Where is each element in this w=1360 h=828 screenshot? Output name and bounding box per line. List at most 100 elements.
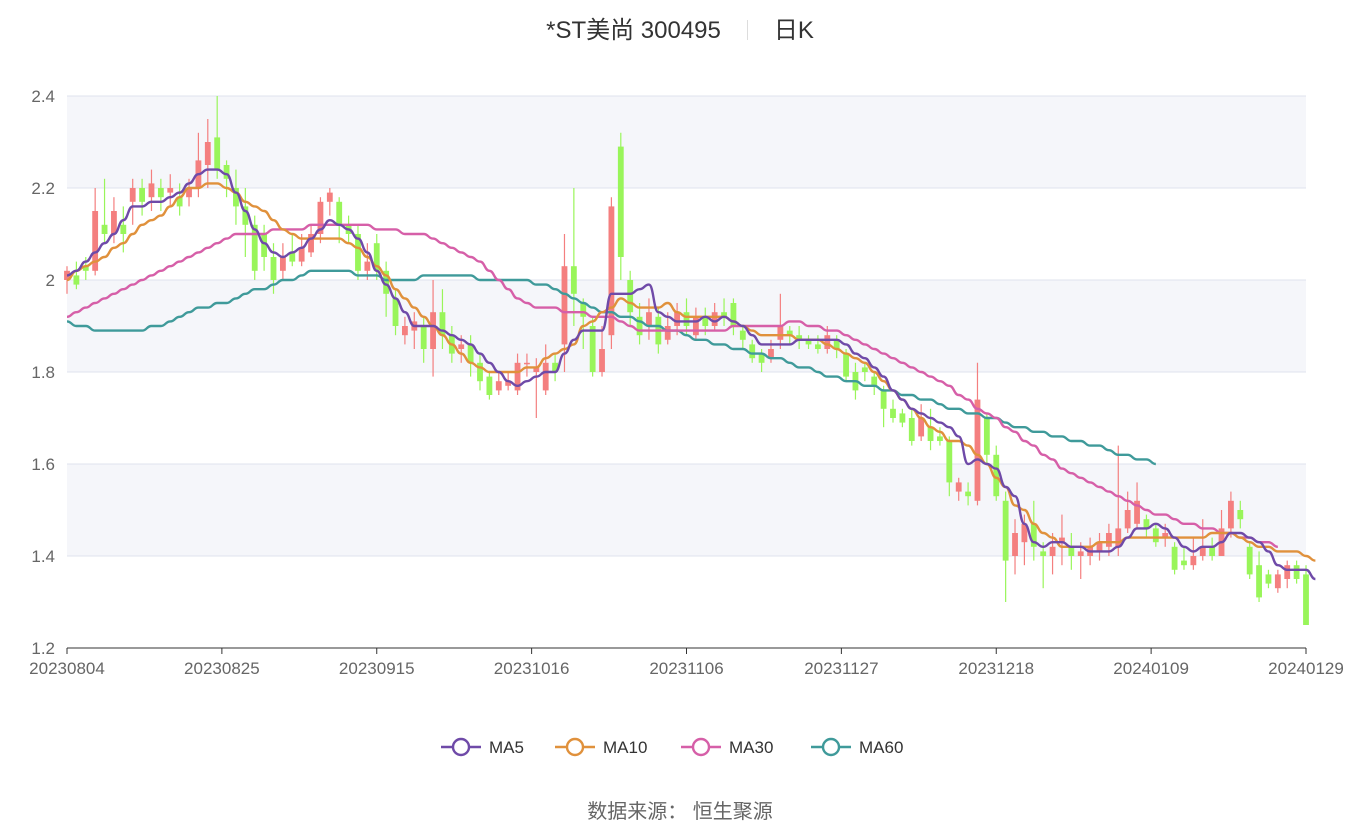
candle-body (580, 303, 587, 317)
candle-body (599, 349, 605, 372)
y-tick-label: 1.4 (31, 547, 55, 566)
candle-body (326, 192, 333, 202)
candle-body (589, 326, 596, 372)
legend-swatch-marker (451, 737, 471, 757)
candle-body (1115, 528, 1122, 547)
candle-body (477, 362, 483, 382)
legend-label: MA10 (603, 738, 647, 757)
candle-body (279, 257, 286, 271)
candle-body (1171, 546, 1178, 570)
candle-body (467, 344, 474, 363)
y-tick-label: 2 (46, 271, 55, 290)
candle-body (1105, 533, 1112, 547)
candle-body (1040, 551, 1047, 556)
candle-body (777, 326, 784, 340)
x-tick-label: 20231106 (649, 659, 723, 678)
y-tick-label: 1.2 (31, 639, 55, 658)
candle-body (1209, 546, 1216, 556)
candle-body (890, 408, 896, 418)
chart-container: *ST美尚 300495 日K 1.2 1.4 1.6 1.8 2 2.2 2.4 202308… (0, 0, 1360, 828)
candle-body (129, 188, 136, 202)
candle-body (364, 261, 371, 271)
candle-body (627, 280, 634, 313)
legend-item-ma60: MA60 (811, 737, 903, 757)
candle-body (1181, 560, 1187, 566)
candle-body (814, 344, 821, 349)
y-tick-label: 1.8 (31, 363, 55, 382)
candle-body (983, 418, 990, 455)
candle-body (1124, 510, 1131, 529)
candle-body (946, 441, 953, 483)
candle-body (861, 367, 868, 372)
grid-band (67, 556, 1306, 648)
y-tick-label: 2.2 (31, 179, 55, 198)
candle-body (871, 376, 878, 386)
candle-body (486, 376, 493, 395)
candle-body (739, 330, 746, 340)
legend-swatch-marker (565, 737, 585, 757)
candle-body (824, 335, 831, 349)
x-tick-label: 20231218 (958, 659, 1034, 678)
candle-body (204, 142, 211, 165)
candle-body (908, 418, 915, 441)
x-tick-label: 20230915 (339, 659, 415, 678)
candle-body (880, 390, 887, 409)
legend-item-ma10: MA10 (555, 737, 647, 757)
grid-band (67, 96, 1306, 188)
candle-body (646, 312, 652, 326)
candle-body (899, 413, 906, 423)
x-tick-label: 20230825 (184, 659, 260, 678)
kline-chart: 1.21.41.61.822.22.420230804 20230825 20230… (29, 87, 1344, 757)
candle-body (270, 257, 277, 280)
candle-body (843, 353, 849, 377)
candle-body (1190, 556, 1197, 566)
candle-body (458, 344, 465, 349)
grid-band (67, 372, 1306, 464)
candle-body (1077, 551, 1084, 556)
candle-body (683, 312, 690, 326)
legend-label: MA5 (489, 738, 524, 757)
candle-body (1049, 546, 1056, 556)
candle-body (1265, 574, 1272, 584)
candle-body (918, 418, 925, 437)
candle-body (664, 326, 671, 340)
candle-body (1068, 546, 1075, 556)
candle-body (1303, 574, 1309, 625)
candle-body (101, 224, 108, 234)
candle-body (1274, 574, 1281, 589)
candle-body (927, 427, 934, 441)
candle-body (1012, 533, 1018, 556)
candle-body (937, 436, 943, 441)
candle-body (1293, 565, 1300, 579)
candle-body (495, 381, 502, 391)
data-source: 数据来源： 恒生聚源 (587, 801, 773, 823)
x-tick-label: 20230804 (29, 659, 105, 678)
candle-body (120, 224, 127, 234)
candle-body (392, 298, 399, 326)
legend-swatch-marker (821, 737, 841, 757)
candle-body (139, 188, 146, 202)
candle-body (298, 247, 305, 262)
candle-body (692, 316, 699, 336)
x-tick-label: 20231016 (494, 659, 570, 678)
candle-body (561, 266, 568, 345)
candle-body (1227, 500, 1234, 529)
candle-body (401, 326, 408, 336)
candle-body (1246, 546, 1253, 575)
candle-body (674, 312, 681, 326)
x-tick-label: 20240109 (1113, 659, 1189, 678)
x-axis: 20230804 20230825 20230915 20231016 20231106… (29, 647, 1344, 678)
candle-body (1284, 565, 1291, 579)
candle-body (73, 275, 80, 285)
candle-body (636, 316, 643, 336)
legend-label: MA30 (729, 738, 773, 757)
candle-body (965, 491, 972, 497)
candle-body (1237, 510, 1244, 520)
legend-item-ma5: MA5 (441, 737, 524, 757)
candle-body (214, 137, 221, 170)
candle-body (167, 188, 174, 193)
candle-body (617, 146, 624, 257)
y-tick-label: 2.4 (31, 87, 55, 106)
candle-body (955, 482, 962, 492)
legend: MA5 MA10 MA30 MA60 (441, 737, 903, 757)
